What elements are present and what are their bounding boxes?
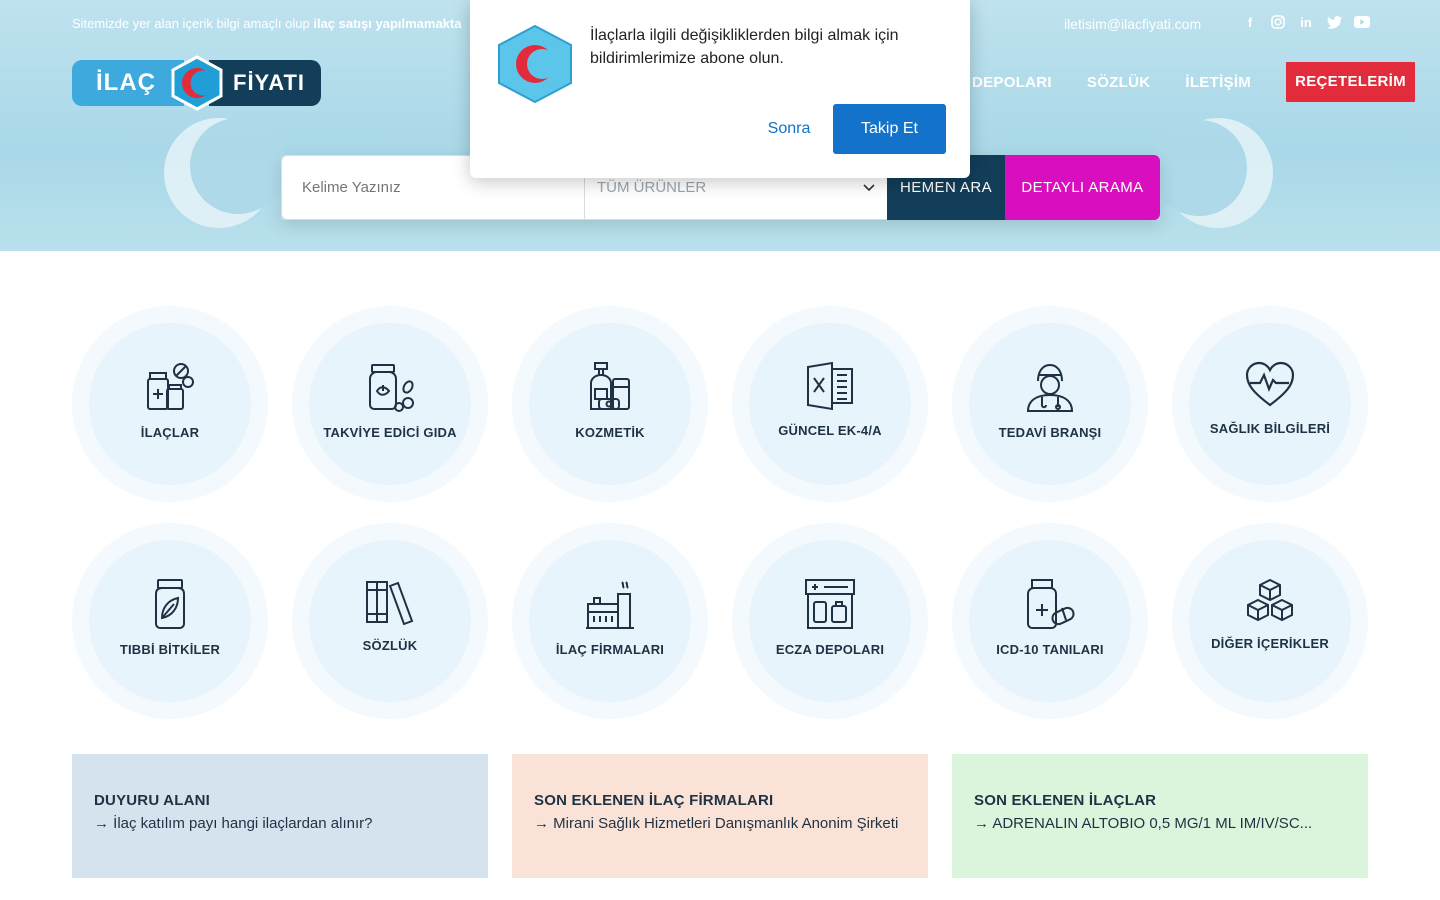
card-link[interactable]: → Mirani Sağlık Hizmetleri Danışmanlık A…: [534, 815, 906, 832]
herb-jar-icon: [155, 579, 185, 629]
category-tile-ek4a[interactable]: GÜNCEL EK-4/A: [732, 306, 928, 502]
doctor-icon: [1026, 363, 1074, 412]
logo-text-right: FİYATI: [209, 60, 321, 106]
latest-medicines-card[interactable]: SON EKLENEN İLAÇLAR → ADRENALIN ALTOBIO …: [952, 754, 1368, 878]
instagram-icon[interactable]: [1270, 14, 1286, 30]
category-select-value: TÜM ÜRÜNLER: [597, 179, 707, 196]
crescent-hexagon-icon: [498, 24, 572, 104]
medicine-icon: [147, 363, 194, 410]
card-link[interactable]: → İlaç katılım payı hangi ilaçlardan alı…: [94, 815, 466, 832]
contact-email-link[interactable]: iletisim@ilacfiyati.com: [1064, 16, 1201, 32]
pill-bottle-icon: [1027, 579, 1075, 629]
advanced-search-button[interactable]: DETAYLI ARAMA: [1005, 155, 1160, 220]
category-tile-tedavi[interactable]: TEDAVİ BRANŞI: [952, 306, 1148, 502]
nav-item-sozluk[interactable]: SÖZLÜK: [1087, 74, 1150, 91]
category-label: İLAÇ FİRMALARI: [555, 642, 665, 657]
card-title: DUYURU ALANI: [94, 792, 211, 809]
youtube-icon[interactable]: [1354, 14, 1370, 30]
books-icon: [366, 581, 414, 626]
twitter-icon[interactable]: [1326, 14, 1342, 30]
category-label: KOZMETİK: [575, 425, 645, 440]
dialog-message: İlaçlarla ilgili değişikliklerden bilgi …: [590, 27, 899, 67]
cosmetics-icon: [590, 362, 630, 410]
disclaimer-bold: ilaç satışı yapılmamakta: [313, 16, 462, 31]
crescent-decoration-left: [164, 118, 286, 228]
factory-icon: [586, 581, 634, 629]
category-label: SÖZLÜK: [362, 638, 418, 653]
category-label: TAKVİYE EDİCİ GIDA: [323, 425, 457, 440]
card-title: SON EKLENEN İLAÇ FİRMALARI: [534, 792, 774, 809]
category-label: DİĞER İÇERİKLER: [1211, 636, 1329, 651]
crescent-hexagon-icon: [171, 55, 223, 111]
category-tile-ilaclar[interactable]: İLAÇLAR: [72, 306, 268, 502]
site-logo[interactable]: İLAÇ FİYATI: [72, 55, 321, 111]
info-cards: DUYURU ALANI → İlaç katılım payı hangi i…: [72, 754, 1368, 878]
category-tile-saglik[interactable]: SAĞLIK BİLGİLERİ: [1172, 306, 1368, 502]
category-label: İLAÇLAR: [140, 425, 200, 440]
nav-item-iletisim[interactable]: İLETİŞİM: [1185, 74, 1251, 91]
social-links: f in: [1242, 14, 1370, 30]
crescent-decoration-right: [1151, 118, 1273, 228]
category-tile-sozluk[interactable]: SÖZLÜK: [292, 523, 488, 719]
main-nav: DEPOLARI SÖZLÜK İLETİŞİM REÇETELERİM: [972, 62, 1415, 102]
category-tile-icd10[interactable]: ICD-10 TANILARI: [952, 523, 1148, 719]
nav-item-depolari[interactable]: DEPOLARI: [972, 74, 1052, 91]
category-tile-bitkiler[interactable]: TIBBİ BİTKİLER: [72, 523, 268, 719]
announcement-card[interactable]: DUYURU ALANI → İlaç katılım payı hangi i…: [72, 754, 488, 878]
prescriptions-button[interactable]: REÇETELERİM: [1286, 62, 1415, 102]
latest-companies-card[interactable]: SON EKLENEN İLAÇ FİRMALARI → Mirani Sağl…: [512, 754, 928, 878]
category-label: TIBBİ BİTKİLER: [119, 642, 221, 657]
category-label: ICD-10 TANILARI: [996, 642, 1104, 657]
push-notification-dialog: İlaçlarla ilgili değişikliklerden bilgi …: [470, 0, 970, 178]
card-link[interactable]: → ADRENALIN ALTOBIO 0,5 MG/1 ML IM/IV/SC…: [974, 815, 1346, 832]
category-label: SAĞLIK BİLGİLERİ: [1209, 421, 1331, 436]
category-label: GÜNCEL EK-4/A: [778, 423, 882, 438]
supplement-icon: [369, 364, 414, 412]
category-label: ECZA DEPOLARI: [775, 642, 885, 657]
category-tile-firmalar[interactable]: İLAÇ FİRMALARI: [512, 523, 708, 719]
category-tile-kozmetik[interactable]: KOZMETİK: [512, 306, 708, 502]
pharmacy-store-icon: [805, 579, 855, 629]
logo-text-left: İLAÇ: [72, 60, 184, 106]
heart-pulse-icon: [1245, 361, 1295, 407]
category-label: TEDAVİ BRANŞI: [998, 425, 1102, 440]
category-tile-takviye[interactable]: TAKVİYE EDİCİ GIDA: [292, 306, 488, 502]
facebook-icon[interactable]: f: [1242, 14, 1258, 30]
category-tile-diger[interactable]: DİĞER İÇERİKLER: [1172, 523, 1368, 719]
follow-button[interactable]: Takip Et: [833, 104, 946, 154]
category-tile-depolar[interactable]: ECZA DEPOLARI: [732, 523, 928, 719]
boxes-icon: [1247, 578, 1293, 622]
card-title: SON EKLENEN İLAÇLAR: [974, 792, 1157, 809]
disclaimer-note: Sitemizde yer alan içerik bilgi amaçlı o…: [72, 16, 461, 31]
later-button[interactable]: Sonra: [734, 104, 844, 154]
excel-doc-icon: [807, 361, 853, 411]
chevron-down-icon: [863, 183, 875, 191]
linkedin-icon[interactable]: in: [1298, 14, 1314, 30]
disclaimer-text: Sitemizde yer alan içerik bilgi amaçlı o…: [72, 16, 314, 31]
